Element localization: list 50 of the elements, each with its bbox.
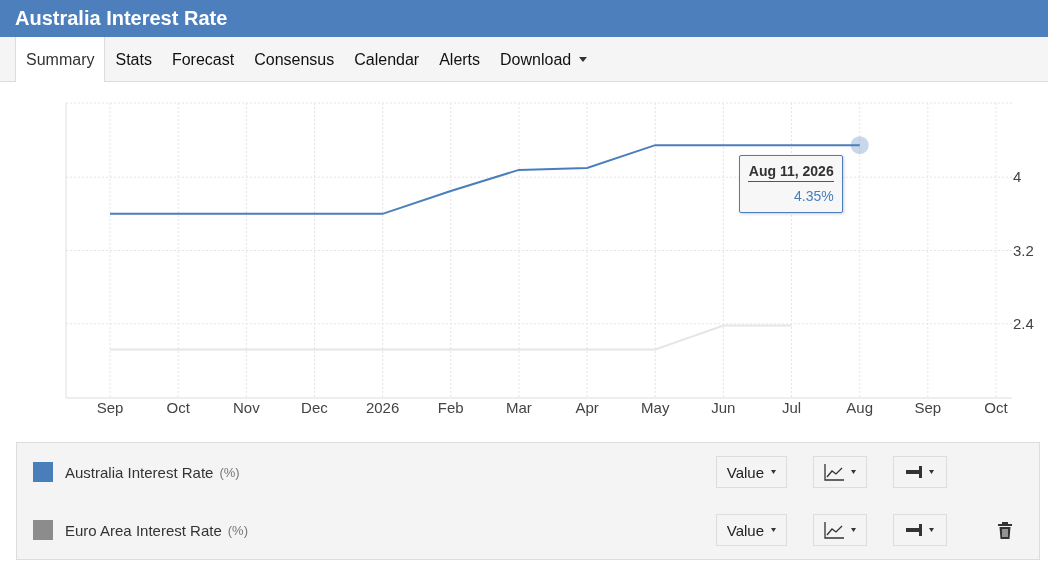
axis-dropdown[interactable] bbox=[893, 514, 947, 546]
bar-end-icon bbox=[906, 524, 922, 536]
axis-dropdown[interactable] bbox=[893, 456, 947, 488]
x-axis-label: 2026 bbox=[365, 399, 400, 416]
x-axis-label: Jun bbox=[711, 399, 736, 416]
line-chart-icon bbox=[824, 521, 844, 539]
bar-end-icon bbox=[906, 466, 922, 478]
caret-icon bbox=[851, 528, 856, 532]
tab[interactable]: Summary bbox=[15, 37, 106, 82]
caret-icon bbox=[771, 528, 776, 532]
y-axis-label: 4 bbox=[1013, 168, 1022, 186]
y-axis-label: 3.2 bbox=[1013, 241, 1034, 259]
x-axis-label: Dec bbox=[301, 399, 328, 416]
tab[interactable]: Forecast bbox=[161, 37, 245, 82]
value-dropdown[interactable]: Value bbox=[715, 514, 787, 546]
series-name: Australia Interest Rate bbox=[65, 463, 214, 481]
x-axis-label: Jul bbox=[781, 399, 802, 416]
y-axis-label: 2.4 bbox=[1013, 314, 1034, 332]
x-axis-label: Nov bbox=[232, 399, 260, 416]
caret-icon bbox=[929, 470, 934, 474]
caret-icon bbox=[929, 528, 934, 532]
window-title: Australia Interest Rate bbox=[15, 7, 228, 30]
series-unit: (%) bbox=[219, 464, 240, 480]
x-axis-label: Sep bbox=[96, 399, 124, 416]
x-axis-label: Oct bbox=[984, 399, 1008, 416]
x-axis-label: May bbox=[641, 399, 670, 416]
x-axis-label: Sep bbox=[914, 399, 942, 416]
trash-icon[interactable] bbox=[997, 520, 1013, 540]
tab[interactable]: Alerts bbox=[429, 37, 491, 82]
tooltip-date: Aug 11, 2026 bbox=[747, 163, 834, 183]
hover-point bbox=[850, 136, 869, 155]
caret-icon bbox=[771, 470, 776, 474]
x-axis-label: Oct bbox=[166, 399, 190, 416]
caret-icon bbox=[851, 470, 856, 474]
tooltip-value: 4.35% bbox=[793, 188, 834, 205]
x-axis-label: Apr bbox=[575, 399, 599, 416]
tab[interactable]: Consensus bbox=[244, 37, 345, 82]
x-axis-label: Aug bbox=[846, 399, 874, 416]
x-axis-label: Feb bbox=[437, 399, 464, 416]
caret-icon bbox=[579, 57, 588, 62]
tab[interactable]: Stats bbox=[105, 37, 162, 82]
series-name: Euro Area Interest Rate bbox=[65, 521, 222, 539]
line-chart-icon bbox=[824, 463, 844, 481]
chart-type-dropdown[interactable] bbox=[813, 456, 867, 488]
x-axis-label: Mar bbox=[506, 399, 532, 416]
series-unit: (%) bbox=[227, 522, 248, 538]
tab[interactable]: Calendar bbox=[344, 37, 430, 82]
value-dropdown[interactable]: Value bbox=[715, 456, 787, 488]
tab[interactable]: Download bbox=[490, 37, 598, 82]
chart-type-dropdown[interactable] bbox=[813, 514, 867, 546]
